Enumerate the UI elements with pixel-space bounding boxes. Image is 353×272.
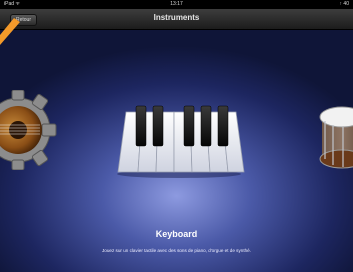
status-bar: iPad ᯤ 13:17 ↑ 40 (0, 0, 353, 9)
guitar-icon[interactable] (0, 90, 60, 170)
annotation-arrow-icon (0, 18, 20, 45)
instrument-browser-screen: iPad ᯤ 13:17 ↑ 40 Retour Instruments Key… (0, 0, 353, 272)
navigation-bar: Retour Instruments (0, 9, 353, 30)
battery-label: ↑ 40 (339, 1, 349, 7)
page-title: Instruments (153, 13, 200, 22)
instrument-description: Jouez sur un clavier tactile avec des so… (102, 248, 251, 253)
drum-icon[interactable] (316, 105, 353, 170)
clock-label: 13:17 (170, 1, 183, 7)
keyboard-icon[interactable] (112, 92, 246, 178)
instrument-name: Keyboard (155, 229, 198, 239)
